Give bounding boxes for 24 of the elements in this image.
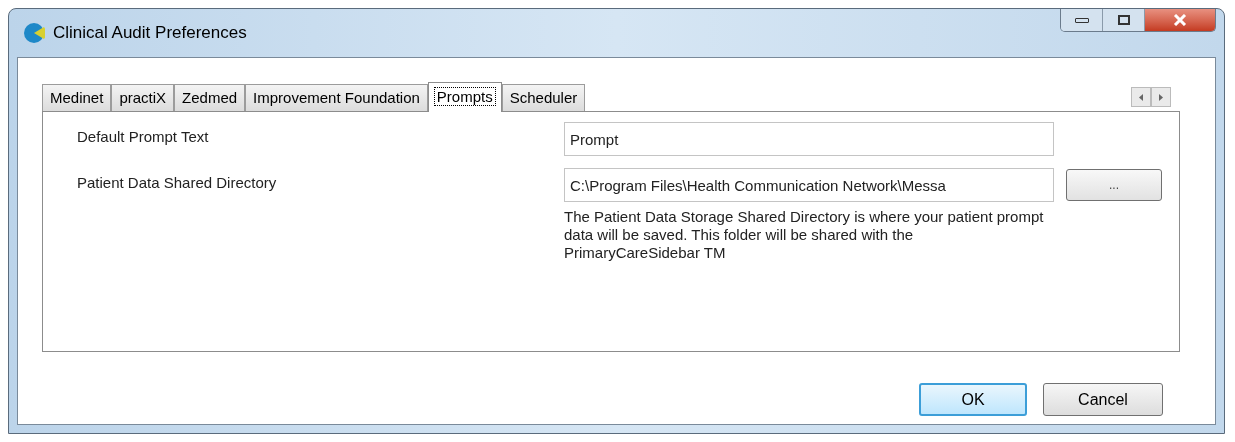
browse-button[interactable]: ... [1066, 169, 1162, 201]
close-icon [1173, 14, 1187, 26]
text-field[interactable]: C:\Program Files\Health Communication Network\Messa [564, 168, 1054, 202]
tab[interactable]: practiX [111, 84, 175, 111]
tab[interactable]: Zedmed [174, 84, 246, 111]
tab[interactable]: Improvement Foundation [245, 84, 428, 111]
help-text: The Patient Data Storage Shared Directory is where your patient prompt data will be saved. This folder will be shared with the PrimaryCareSidebar TM [564, 208, 1044, 262]
tab[interactable]: Medinet [42, 84, 112, 111]
minimize-button[interactable] [1061, 9, 1103, 31]
left-arrow-icon [1139, 93, 1143, 101]
close-button[interactable] [1145, 9, 1215, 31]
field-label: Patient Data Shared Directory [77, 173, 278, 193]
dialog-button[interactable]: Cancel [1043, 383, 1163, 416]
scroll-left-button[interactable] [1131, 87, 1151, 107]
maximize-button[interactable] [1103, 9, 1145, 31]
dialog-button[interactable]: OK [919, 383, 1027, 416]
tab[interactable]: Prompts [427, 82, 502, 112]
tab[interactable]: Scheduler [501, 84, 586, 111]
text-field[interactable]: Prompt [564, 122, 1054, 156]
field-label: Default Prompt Text [77, 127, 210, 147]
scroll-right-button[interactable] [1151, 87, 1171, 107]
window-title: Clinical Audit Preferences [53, 22, 247, 45]
app-logo-icon [23, 22, 45, 44]
right-arrow-icon [1159, 93, 1163, 101]
